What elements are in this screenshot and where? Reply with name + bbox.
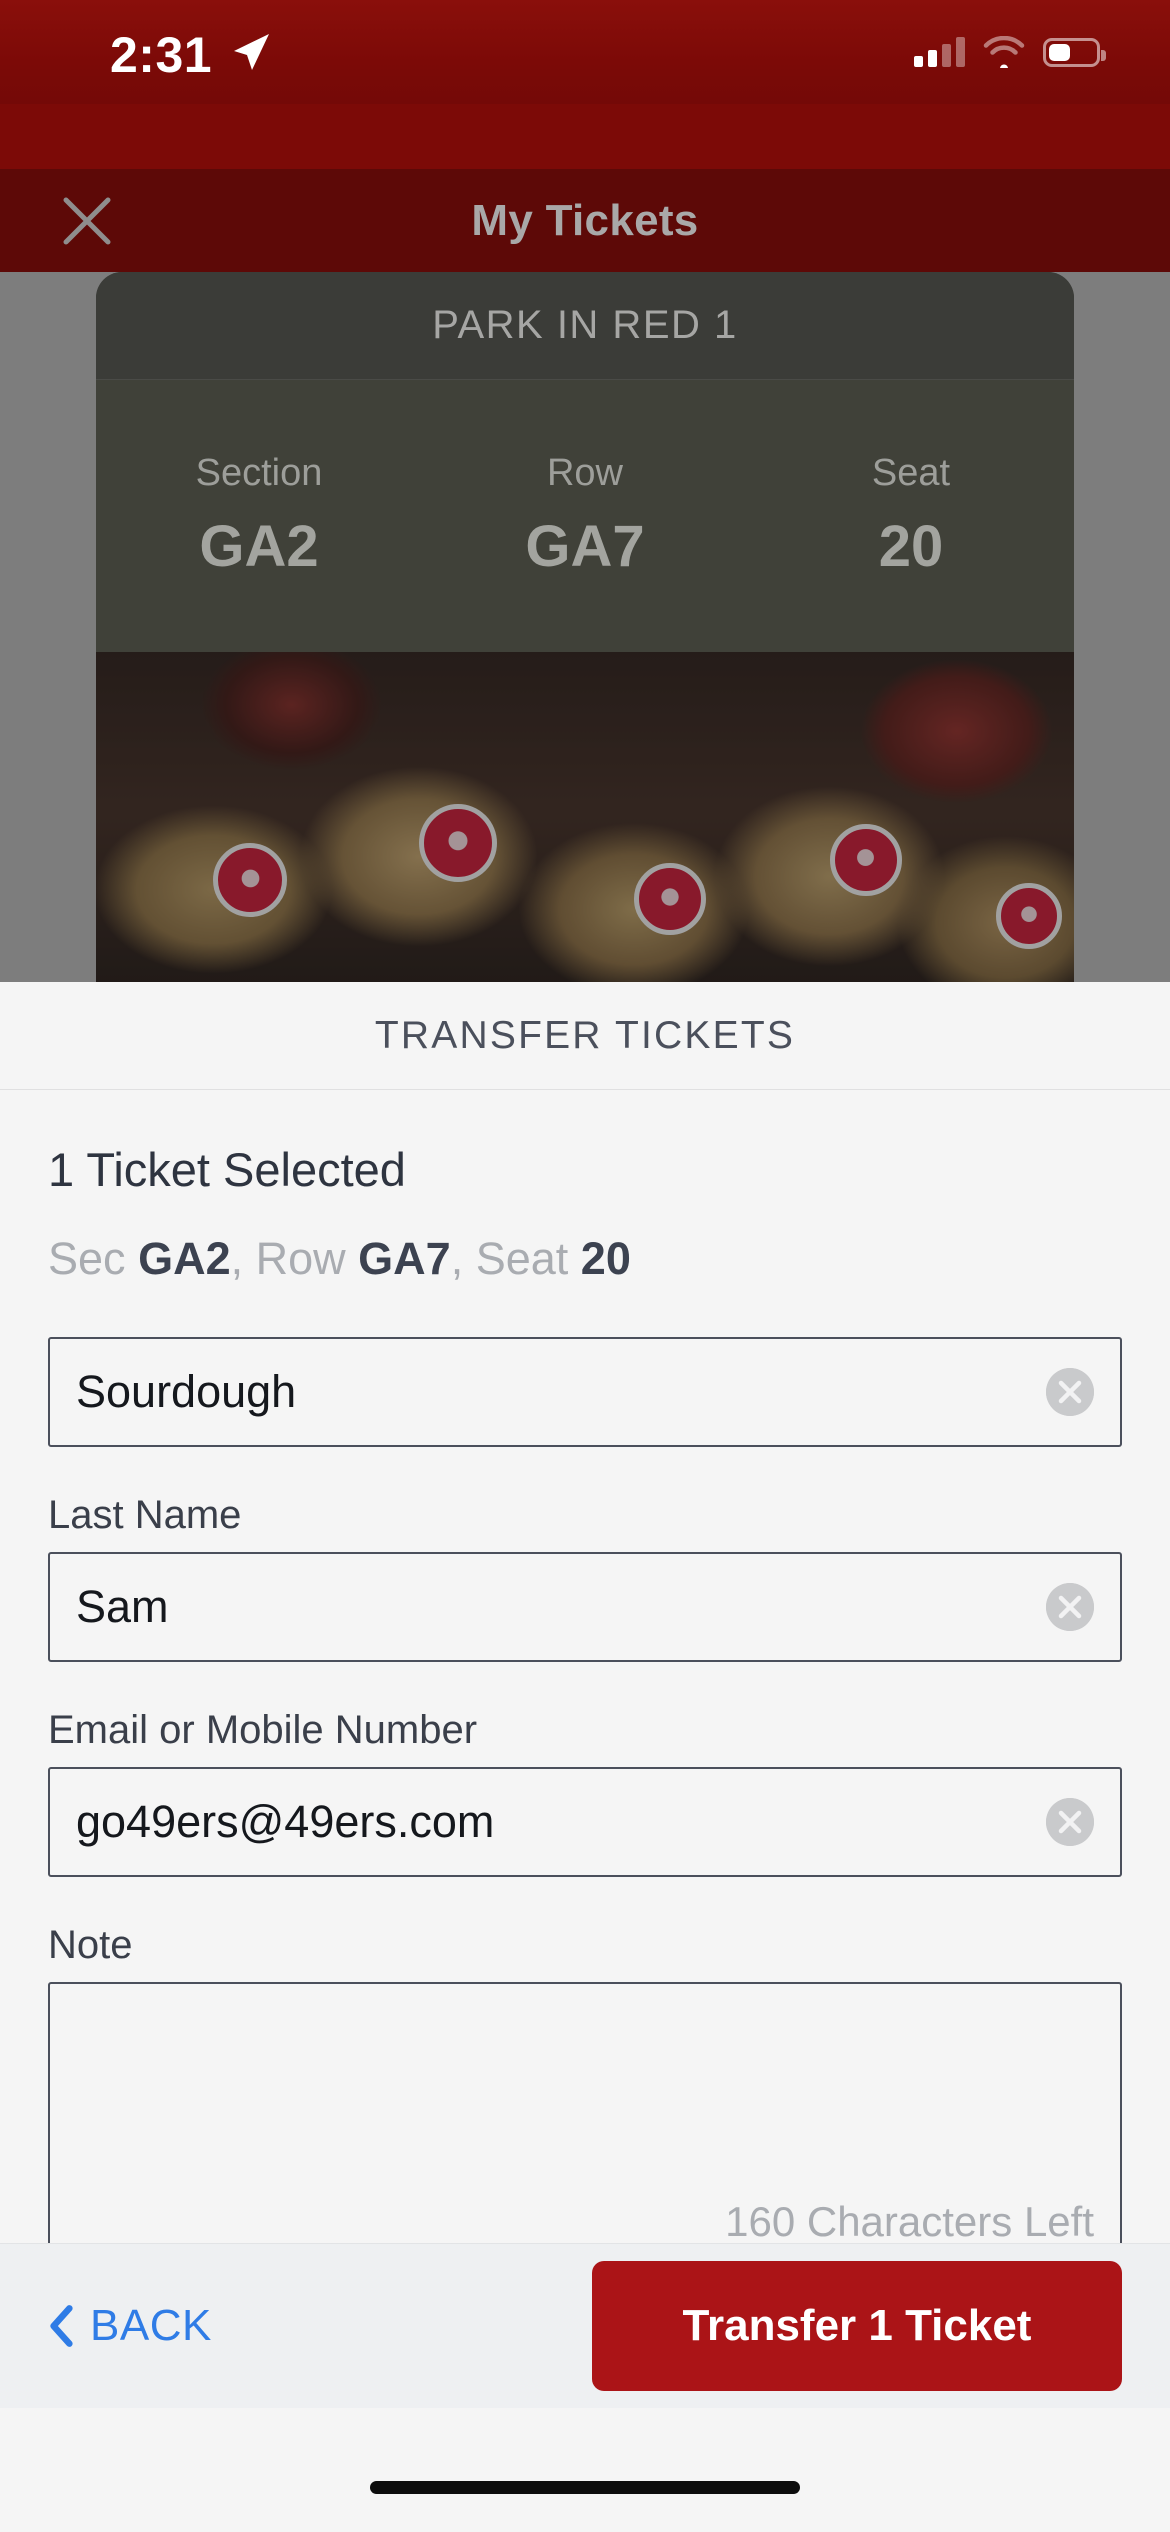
ticket-card-banner: PARK IN RED 1	[96, 272, 1074, 380]
ticket-section-value: GA2	[199, 514, 319, 579]
last-name-input[interactable]: Sam	[48, 1552, 1122, 1662]
page-title: My Tickets	[471, 195, 699, 245]
transfer-form: 1 Ticket Selected Sec GA2, Row GA7, Seat…	[0, 1090, 1170, 2262]
ticket-section-label: Section	[195, 452, 323, 494]
note-label: Note	[48, 1923, 133, 1967]
close-icon[interactable]	[58, 192, 116, 250]
email-field-wrapper: go49ers@49ers.com	[48, 1767, 1122, 1877]
last-name-field-wrapper: Sam	[48, 1552, 1122, 1662]
last-name-label: Last Name	[48, 1493, 242, 1537]
cellular-bars-icon	[914, 37, 965, 67]
row-value: GA7	[358, 1233, 451, 1284]
ticket-section-column: Section GA2	[96, 452, 422, 580]
first-name-field-wrapper: Sourdough	[48, 1337, 1122, 1447]
ticket-row-value: GA7	[525, 514, 645, 579]
app-header-strip	[0, 104, 1170, 169]
email-field-group: Email or Mobile Number go49ers@49ers.com	[48, 1708, 1122, 1877]
phone-screen: 2:31 My Tickets PARK IN RED 1 Section GA…	[0, 0, 1170, 2532]
seat-label: Seat	[475, 1233, 569, 1284]
ticket-row-column: Row GA7	[422, 452, 748, 580]
ticket-seat-column: Seat 20	[748, 452, 1074, 580]
transfer-tickets-button[interactable]: Transfer 1 Ticket	[592, 2261, 1122, 2391]
location-arrow-icon	[228, 30, 272, 74]
row-label: Row	[255, 1233, 346, 1284]
selected-seat-summary: Sec GA2, Row GA7, Seat 20	[48, 1233, 1122, 1285]
note-field-group: Note 160 Characters Left	[48, 1923, 1122, 2262]
transfer-sheet-title: TRANSFER TICKETS	[374, 1013, 796, 1057]
email-input[interactable]: go49ers@49ers.com	[48, 1767, 1122, 1877]
ticket-seat-value: 20	[878, 514, 944, 579]
ticket-hero-photo	[96, 652, 1074, 982]
home-indicator-area	[0, 2408, 1170, 2532]
clear-circle-icon[interactable]	[1046, 1368, 1094, 1416]
clear-circle-icon[interactable]	[1046, 1798, 1094, 1846]
email-label: Email or Mobile Number	[48, 1708, 478, 1752]
note-textarea[interactable]: 160 Characters Left	[48, 1982, 1122, 2262]
navigation-bar: My Tickets	[0, 169, 1170, 272]
summary-separator-1: ,	[230, 1233, 256, 1284]
clear-circle-icon[interactable]	[1046, 1583, 1094, 1631]
back-button-label: BACK	[90, 2301, 212, 2350]
ticket-seat-row: Section GA2 Row GA7 Seat 20	[96, 380, 1074, 652]
chevron-left-icon	[50, 2305, 73, 2347]
characters-left-counter: 160 Characters Left	[725, 2198, 1094, 2245]
status-bar-time: 2:31	[110, 27, 213, 83]
status-bar: 2:31	[0, 0, 1170, 104]
ticket-backdrop: PARK IN RED 1 Section GA2 Row GA7 Seat 2…	[0, 272, 1170, 982]
wifi-icon	[983, 36, 1025, 68]
last-name-field-group: Last Name Sam	[48, 1493, 1122, 1662]
ticket-seat-label: Seat	[871, 452, 951, 494]
transfer-tickets-button-label: Transfer 1 Ticket	[682, 2301, 1032, 2350]
action-footer: BACK Transfer 1 Ticket	[0, 2243, 1170, 2408]
ticket-card[interactable]: PARK IN RED 1 Section GA2 Row GA7 Seat 2…	[96, 272, 1074, 982]
photo-dim-overlay	[96, 652, 1074, 982]
ticket-card-banner-label: PARK IN RED 1	[432, 303, 738, 347]
summary-separator-2: ,	[450, 1233, 476, 1284]
first-name-input[interactable]: Sourdough	[48, 1337, 1122, 1447]
home-indicator[interactable]	[370, 2481, 800, 2494]
seat-value: 20	[580, 1233, 631, 1284]
battery-icon	[1043, 37, 1106, 67]
back-button[interactable]: BACK	[48, 2301, 212, 2351]
ticket-row-label: Row	[546, 452, 624, 494]
tickets-selected-title: 1 Ticket Selected	[48, 1143, 406, 1196]
sec-label: Sec	[48, 1233, 126, 1284]
transfer-sheet-header: TRANSFER TICKETS	[0, 982, 1170, 1090]
sec-value: GA2	[138, 1233, 231, 1284]
status-bar-indicators	[914, 28, 1106, 76]
